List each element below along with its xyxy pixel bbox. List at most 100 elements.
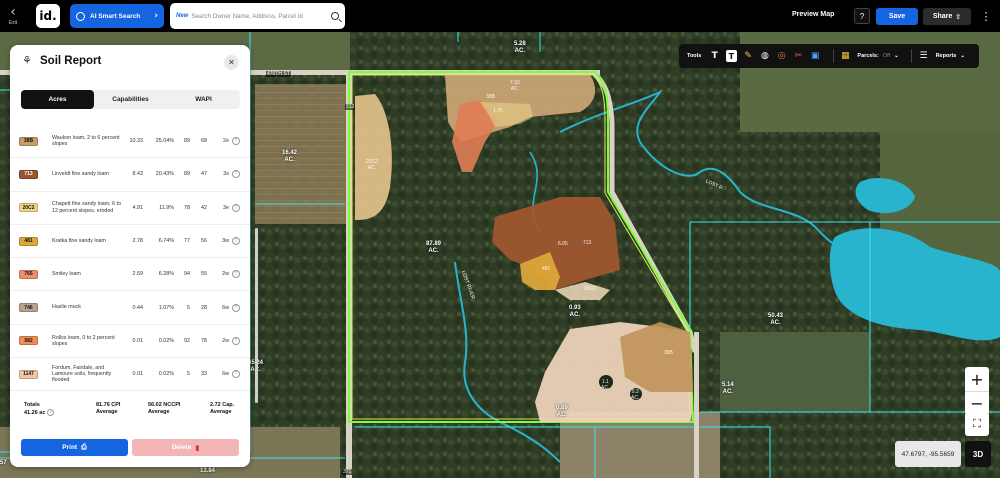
target-tool-icon[interactable]: ◎ [776, 50, 787, 62]
totals-cap: 2.72 Cap. Average [210, 402, 234, 416]
close-icon: ✕ [228, 58, 235, 67]
info-icon[interactable]: ? [232, 303, 240, 312]
globe-tool-icon[interactable]: ◍ [760, 50, 771, 62]
ai-smart-search-button[interactable]: AI Smart Search › [70, 4, 164, 28]
top-bar: ‹ Exit id. AI Smart Search › New Search … [0, 0, 1000, 32]
soil-percent: 20.43% [155, 171, 174, 178]
info-icon[interactable]: ? [232, 270, 240, 279]
3d-toggle-button[interactable]: 3D [965, 441, 991, 467]
info-icon[interactable]: ? [232, 336, 240, 345]
info-icon[interactable]: ? [46, 409, 54, 416]
new-badge: New [176, 13, 189, 19]
totals-acres: 41.26 ac ? [24, 409, 54, 417]
share-icon: ⇧ [955, 12, 962, 21]
soil-cpi: 78 [184, 204, 190, 211]
soil-percent: 11.9% [159, 204, 174, 211]
exit-label: Exit [8, 20, 18, 26]
search-icon [76, 11, 85, 21]
save-button[interactable]: Save [876, 8, 918, 25]
search-input[interactable]: New Search Owner Name, Address, Parcel I… [170, 3, 345, 29]
info-icon[interactable]: ? [232, 137, 240, 146]
soil-description: Rollss loam, 0 to 2 percent slopes [52, 334, 115, 347]
info-icon[interactable]: ? [232, 370, 240, 379]
tab-wapi[interactable]: WAPI [167, 90, 240, 109]
soil-capability: 3s [223, 171, 229, 178]
totals-title: Totals [24, 402, 40, 408]
print-label: Print [62, 444, 78, 451]
plant-icon: ⚘ [22, 54, 32, 67]
print-tool-icon[interactable]: ▣ [810, 50, 821, 62]
soil-nccpi: 56 [201, 238, 207, 245]
soil-nccpi: 68 [201, 138, 207, 145]
soil-capability: 3w [222, 238, 229, 245]
chevron-down-icon: ⌄ [894, 53, 899, 59]
acreage-label: 50.43 AC. [768, 313, 784, 326]
totals-cap-sub: Average [210, 409, 232, 415]
delete-button[interactable]: Delete ▮ [132, 439, 239, 456]
search-placeholder: Search Owner Name, Address, Parcel Id [191, 12, 303, 20]
zoom-in-button[interactable]: + [965, 367, 989, 391]
reports-menu[interactable]: ☰ Reports ⌄ [918, 50, 965, 62]
info-icon[interactable]: ? [232, 237, 240, 246]
acreage-label: 87.89 AC. [426, 241, 442, 254]
text-box-tool-icon[interactable]: T [726, 50, 737, 62]
soil-acres: 0.44 [132, 304, 144, 311]
info-icon[interactable]: ? [232, 170, 240, 179]
soil-label: 7.33 AC. [510, 80, 520, 92]
tab-acres[interactable]: Acres [21, 90, 94, 109]
table-row: 1147 Fordum, Fairdale, and Lamoure soils… [10, 358, 250, 392]
soil-description: Kratka fine sandy loam [52, 237, 106, 244]
delete-label: Delete [171, 444, 192, 451]
acreage-label: 0.93 AC. [569, 305, 581, 318]
search-icon[interactable] [331, 12, 339, 20]
parcels-toggle[interactable]: ▦ Parcels: Off ⌄ [839, 50, 899, 62]
scissors-tool-icon[interactable]: ✂ [793, 50, 804, 62]
tools-label: Tools [687, 53, 702, 59]
share-button[interactable]: Share ⇧ [923, 8, 971, 25]
totals-cpi-value: 81.76 CPI [96, 402, 121, 408]
soil-acres: 2.78 [132, 238, 144, 245]
soil-cpi: 5 [187, 304, 190, 311]
text-tool-icon[interactable]: T [709, 50, 720, 62]
acreage-label: 0.89 AC. [556, 405, 568, 418]
logo[interactable]: id. [36, 4, 60, 28]
preview-map-button[interactable]: Preview Map [792, 11, 834, 18]
soil-percent: 1.07% [158, 304, 174, 311]
soil-nccpi: 55 [201, 271, 207, 278]
soil-cpi: 89 [184, 138, 190, 145]
tab-capabilities[interactable]: Capabilities [94, 90, 167, 109]
road-label: 470TH ST [266, 71, 291, 77]
soil-label: 38B [486, 94, 495, 100]
chevron-right-icon: › [154, 11, 158, 21]
close-button[interactable]: ✕ [224, 55, 239, 70]
help-button[interactable]: ? [854, 8, 870, 24]
chevron-down-icon: ⌄ [960, 53, 965, 59]
more-menu-icon[interactable]: ⋮ [978, 8, 994, 25]
parcels-icon: ▦ [841, 51, 850, 61]
toolbar-divider [910, 49, 912, 63]
soil-label: 0.3 AC. [631, 389, 640, 401]
soil-table: 38B Waukon loam, 2 to 6 percent slopes 1… [10, 125, 250, 392]
pencil-tool-icon[interactable]: ✎ [743, 50, 754, 62]
locate-button[interactable]: ⛶ [965, 412, 989, 436]
table-row: 582 Rollss loam, 0 to 2 percent slopes 0… [10, 325, 250, 359]
soil-percent: 0.02% [158, 337, 174, 344]
soil-cpi: 77 [184, 238, 190, 245]
print-button[interactable]: Print ⎙ [21, 439, 128, 456]
table-row: 765 Smiley loam 2.59 6.28% 94 55 2w ? [10, 258, 250, 292]
trash-icon: ▮ [195, 444, 200, 452]
soil-acres: 8.43 [132, 171, 144, 178]
soil-code-badge: 481 [19, 236, 38, 246]
soil-percent: 6.74% [158, 238, 174, 245]
table-row: 20C2 Chapett fine sandy loam, 6 to 12 pe… [10, 192, 250, 225]
soil-code-badge: 38B [19, 136, 38, 146]
scrollbar[interactable] [255, 228, 258, 403]
toolbar-divider [832, 49, 834, 63]
road-label: 313 [345, 104, 356, 110]
exit-button[interactable]: ‹ Exit [0, 0, 26, 32]
soil-cpi: 92 [184, 337, 190, 344]
acreage-label: 13.84 [200, 468, 216, 474]
soil-description: Chapett fine sandy loam, 6 to 12 percent… [52, 201, 121, 214]
info-icon[interactable]: ? [232, 203, 240, 212]
soil-percent: 0.02% [158, 371, 174, 378]
